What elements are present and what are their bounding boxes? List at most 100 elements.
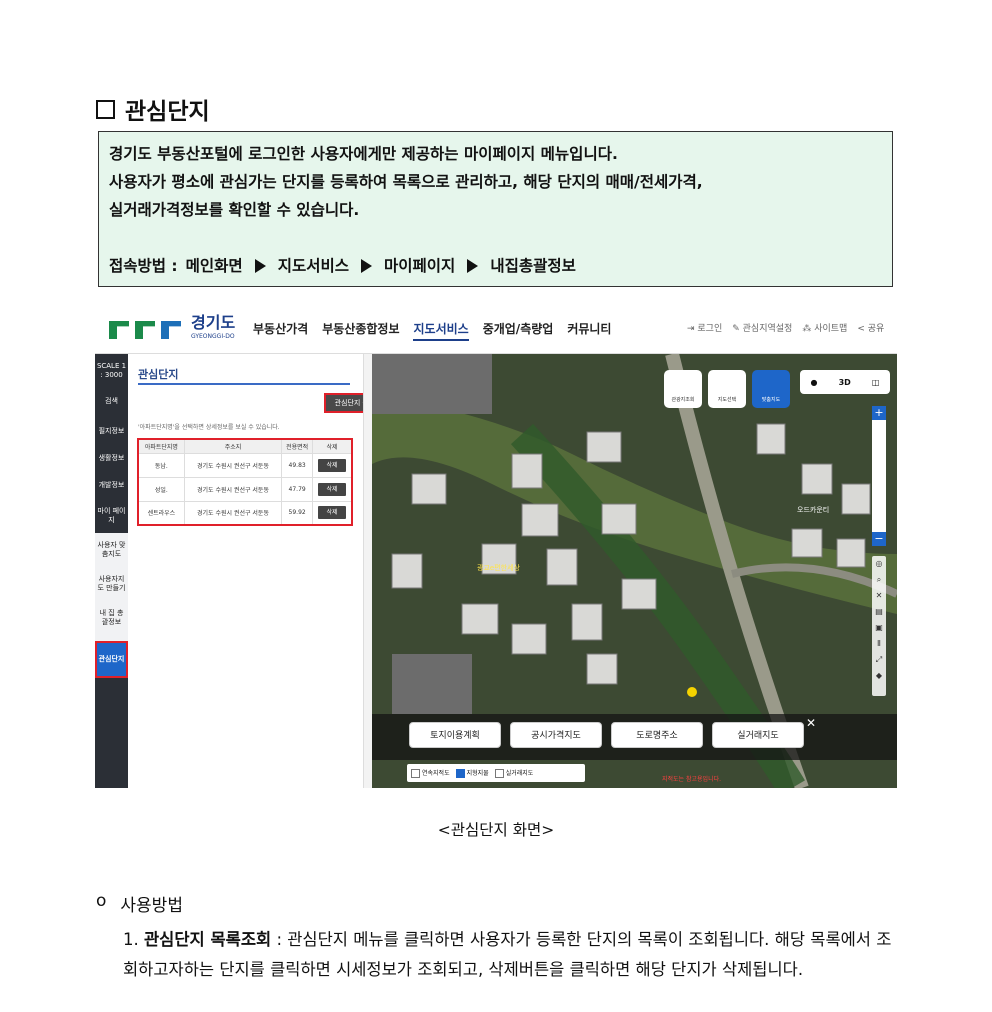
sitemap-link[interactable]: ⁂ 사이트맵 bbox=[802, 321, 847, 334]
nav-item[interactable]: 부동산종합정보 bbox=[322, 320, 399, 341]
complex-name[interactable]: 성일. bbox=[137, 476, 185, 502]
nav-item-active[interactable]: 지도서비스 bbox=[413, 320, 469, 341]
login-link[interactable]: ⇥ 로그인 bbox=[687, 321, 722, 334]
land-use-button[interactable]: 토지이용계획 bbox=[409, 722, 501, 748]
complex-name[interactable]: 동남. bbox=[137, 452, 185, 478]
info-line: 경기도 부동산포털에 로그인한 사용자에게만 제공하는 마이페이지 메뉴입니다. bbox=[109, 145, 618, 163]
checkbox-square-icon bbox=[96, 99, 115, 119]
map-warning: 지적도는 참고용입니다. bbox=[662, 776, 722, 783]
share-link[interactable]: < 공유 bbox=[857, 321, 884, 334]
interest-table: 아파트단지명 주소지 전용면적 삭제 동남. 경기도 수원시 권선구 서둔동 4… bbox=[137, 438, 353, 526]
complex-address: 경기도 수원시 권선구 서둔동 bbox=[183, 452, 283, 478]
map-tools: ◎ ⌕ ✕ ▤ ▣ Ⅱ ⤢ ◆ bbox=[872, 556, 886, 696]
target-icon[interactable]: ◎ bbox=[872, 556, 886, 572]
path-step: 지도서비스 bbox=[277, 257, 349, 275]
nav-item[interactable]: 커뮤니티 bbox=[567, 320, 611, 341]
map-marker-icon bbox=[687, 687, 697, 697]
sidebar-item-interest[interactable]: 관심단지 bbox=[95, 641, 128, 678]
eraser-icon[interactable]: ◆ bbox=[872, 668, 886, 684]
road-address-button[interactable]: 도로명주소 bbox=[611, 722, 703, 748]
panel-title: 관심단지 bbox=[138, 368, 179, 381]
layer-check[interactable]: 연속지적도 bbox=[411, 768, 450, 778]
nav-item[interactable]: 부동산가격 bbox=[253, 320, 308, 341]
layer-checkboxes: 연속지적도 지형지물 실거래지도 bbox=[407, 764, 585, 782]
logo-mark-icon bbox=[161, 321, 181, 339]
location-icon[interactable]: ● bbox=[811, 378, 818, 387]
logo-mark-icon bbox=[135, 321, 155, 339]
panel-scrollbar[interactable] bbox=[363, 354, 372, 788]
info-line: 사용자가 평소에 관심가는 단지를 등록하여 목록으로 관리하고, 해당 단지의… bbox=[109, 173, 703, 191]
sidebar-item-development[interactable]: 개발정보 bbox=[95, 472, 128, 499]
checkbox-icon bbox=[411, 769, 420, 778]
access-path: 접속방법 : 메인화면 지도서비스 마이페이지 내집총괄정보 bbox=[109, 252, 882, 280]
table-row[interactable]: 센트라우스 경기도 수원시 권선구 서둔동 59.92 삭제 bbox=[137, 500, 353, 526]
map-label: 오드카운티 bbox=[797, 505, 829, 514]
satellite-map[interactable]: 오드카운티 광교e편한세상 관광지조회 지도선택 맞춤지도 ● 3D ◫ + −… bbox=[372, 354, 897, 788]
layer-check[interactable]: 실거래지도 bbox=[494, 768, 533, 778]
arrow-right-icon bbox=[361, 259, 372, 273]
table-header: 주소지 bbox=[183, 438, 283, 454]
print-icon[interactable]: ▤ bbox=[872, 604, 886, 620]
sidebar-item-mypage[interactable]: 마이 페이지 bbox=[95, 499, 128, 533]
delete-button[interactable]: 삭제 bbox=[318, 506, 347, 520]
pause-icon[interactable]: Ⅱ bbox=[872, 636, 886, 652]
sidebar-item-make-map[interactable]: 사용자지도 만들기 bbox=[95, 567, 128, 601]
close-icon[interactable]: ✕ bbox=[806, 716, 816, 730]
public-price-button[interactable]: 공시가격지도 bbox=[510, 722, 602, 748]
zoom-control: + − bbox=[872, 406, 886, 546]
table-header: 아파트단지명 bbox=[137, 438, 185, 454]
map-label: 광교e편한세상 bbox=[477, 563, 521, 572]
map-ctrl-select[interactable]: 지도선택 bbox=[708, 370, 746, 408]
sidebar-item-home-info[interactable]: 내 집 총괄정보 bbox=[95, 601, 128, 635]
nav-item[interactable]: 중개업/측량업 bbox=[483, 320, 554, 341]
usage-title: 사용방법 bbox=[120, 896, 183, 916]
view-3d-button[interactable]: 3D bbox=[839, 378, 851, 387]
complex-area: 49.83 bbox=[281, 452, 314, 478]
interest-panel: 관심단지 관심단지 등록 '아파트단지명'을 선택하면 상세정보를 보실 수 있… bbox=[128, 354, 386, 788]
sidebar-item-custom-map[interactable]: 사용자 맞춤지도 bbox=[95, 533, 128, 567]
scale-readout: SCALE 1 : 3000 bbox=[96, 362, 127, 379]
interest-region-link[interactable]: ✎ 관심지역설정 bbox=[732, 321, 792, 334]
search-icon[interactable]: ⌕ bbox=[872, 572, 886, 588]
logo-sub: GYEONGGI-DO bbox=[191, 333, 235, 340]
delete-button[interactable]: 삭제 bbox=[318, 482, 347, 496]
info-line: 실거래가격정보를 확인할 수 있습니다. bbox=[109, 201, 360, 219]
zoom-out-button[interactable]: − bbox=[872, 532, 886, 546]
zoom-in-button[interactable]: + bbox=[872, 406, 886, 420]
map-ctrl-tourism[interactable]: 관광지조회 bbox=[664, 370, 702, 408]
sidebar-item-search[interactable]: 검색 bbox=[95, 385, 128, 418]
measure-icon[interactable]: ✕ bbox=[872, 588, 886, 604]
map-ctrl-custom[interactable]: 맞춤지도 bbox=[752, 370, 790, 408]
table-row[interactable]: 성일. 경기도 수원시 권선구 서둔동 47.79 삭제 bbox=[137, 476, 353, 502]
arrow-right-icon bbox=[467, 259, 479, 273]
complex-address: 경기도 수원시 권선구 서둔동 bbox=[183, 500, 283, 526]
real-trade-button[interactable]: 실거래지도 bbox=[712, 722, 804, 748]
save-icon[interactable]: ▣ bbox=[872, 620, 886, 636]
step-title: 관심단지 목록조회 bbox=[144, 930, 272, 949]
split-view-icon[interactable]: ◫ bbox=[872, 378, 880, 387]
screenshot-figure: 경기도 GYEONGGI-DO 부동산가격 부동산종합정보 지도서비스 중개업/측… bbox=[95, 300, 897, 788]
panel-title-underline bbox=[138, 383, 350, 385]
panel-note: '아파트단지명'을 선택하면 상세정보를 보실 수 있습니다. bbox=[138, 424, 280, 431]
sidebar-item-life[interactable]: 생활정보 bbox=[95, 445, 128, 472]
site-header: 경기도 GYEONGGI-DO 부동산가격 부동산종합정보 지도서비스 중개업/측… bbox=[95, 300, 897, 354]
figure-caption: <관심단지 화면> bbox=[437, 821, 555, 839]
table-header: 전용면적 bbox=[281, 438, 314, 454]
usage-step: 1. 관심단지 목록조회 : 관심단지 메뉴를 클릭하면 사용자가 등록한 단지… bbox=[123, 925, 897, 984]
fullscreen-icon[interactable]: ⤢ bbox=[872, 652, 886, 668]
complex-area: 59.92 bbox=[281, 500, 314, 526]
view-toggle-group: ● 3D ◫ bbox=[800, 370, 890, 394]
path-step: 마이페이지 bbox=[384, 257, 456, 275]
complex-name[interactable]: 센트라우스 bbox=[137, 500, 185, 526]
info-box: 경기도 부동산포털에 로그인한 사용자에게만 제공하는 마이페이지 메뉴입니다.… bbox=[98, 131, 893, 287]
delete-button[interactable]: 삭제 bbox=[318, 458, 347, 472]
main-nav: 부동산가격 부동산종합정보 지도서비스 중개업/측량업 커뮤니티 bbox=[253, 320, 611, 341]
map-sidebar: SCALE 1 : 3000 검색 필지정보 생활정보 개발정보 마이 페이지 … bbox=[95, 354, 128, 788]
path-step: 메인화면 bbox=[185, 257, 243, 275]
checkbox-checked-icon bbox=[455, 769, 465, 778]
logo[interactable]: 경기도 GYEONGGI-DO bbox=[109, 315, 235, 344]
layer-check[interactable]: 지형지물 bbox=[455, 768, 489, 778]
table-row[interactable]: 동남. 경기도 수원시 권선구 서둔동 49.83 삭제 bbox=[137, 452, 353, 478]
logo-mark-icon bbox=[109, 321, 129, 339]
sidebar-item-parcel[interactable]: 필지정보 bbox=[95, 418, 128, 445]
